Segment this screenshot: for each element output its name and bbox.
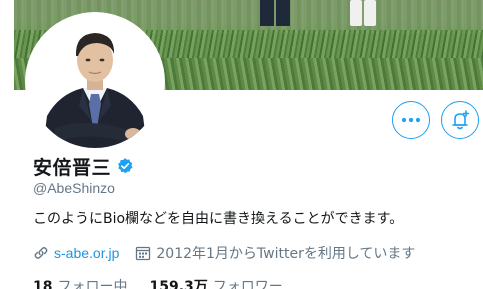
banner-person-legs: [260, 0, 274, 26]
calendar-icon: [136, 246, 151, 261]
profile-stats: 18 フォロー中 159.3万 フォロワー: [33, 276, 283, 289]
followers-count[interactable]: 159.3万: [149, 276, 207, 289]
following-count[interactable]: 18: [33, 279, 52, 289]
banner-boot: [364, 0, 376, 26]
avatar[interactable]: [29, 16, 161, 148]
display-name: 安倍晋三: [33, 156, 112, 179]
profile-name-row: 安倍晋三: [33, 153, 134, 179]
more-options-button[interactable]: [392, 101, 430, 139]
followers-label[interactable]: フォロワー: [213, 276, 283, 289]
verified-badge-icon: [118, 158, 133, 174]
link-icon: [34, 247, 48, 259]
following-label[interactable]: フォロー中: [57, 276, 127, 289]
website-link[interactable]: s-abe.or.jp: [54, 245, 119, 261]
banner-boot: [350, 0, 362, 26]
more-icon: [401, 117, 421, 123]
avatar-frame[interactable]: [25, 12, 165, 152]
profile-bio: このようにBio欄などを自由に書き換えることができます。: [33, 211, 404, 227]
notify-button[interactable]: [441, 101, 479, 139]
bell-add-icon: [452, 110, 470, 130]
banner-person-legs: [276, 0, 290, 26]
profile-meta: s-abe.or.jp 2012年1月からTwitterを利用しています: [33, 243, 415, 263]
profile-handle: @AbeShinzo: [33, 180, 115, 196]
joined-date: 2012年1月からTwitterを利用しています: [156, 246, 416, 262]
